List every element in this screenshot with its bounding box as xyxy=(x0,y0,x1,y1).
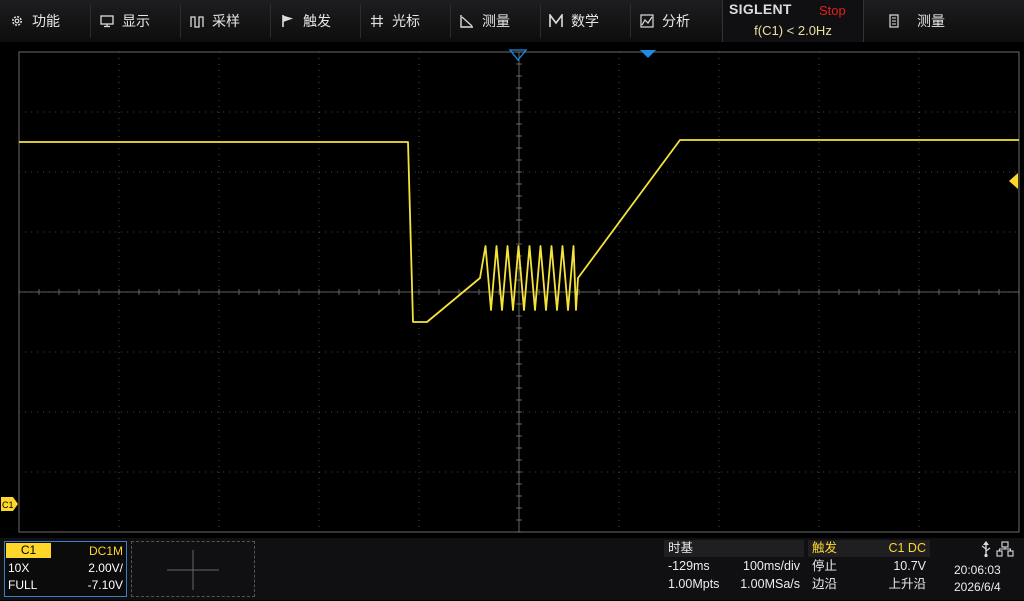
document-icon xyxy=(887,14,901,28)
menu-divider xyxy=(360,4,361,38)
horizontal-delay-marker[interactable] xyxy=(640,50,656,58)
trigger-type: 边沿 xyxy=(812,577,838,591)
menu-measure-panel[interactable]: 测量 xyxy=(887,0,945,42)
graticule xyxy=(18,51,1020,533)
add-channel-icon xyxy=(167,550,219,590)
menu-acquire-label: 采样 xyxy=(212,14,240,30)
menu-acquire[interactable]: 采样 xyxy=(190,0,240,42)
menu-math-label: 数学 xyxy=(571,14,599,30)
monitor-icon xyxy=(100,14,114,28)
menu-cursors[interactable]: 光标 xyxy=(370,0,420,42)
clock-time: 20:06:03 xyxy=(954,563,1001,577)
timebase-scale: 100ms/div xyxy=(743,559,800,573)
menu-measure[interactable]: 测量 xyxy=(460,0,510,42)
clock-date: 2026/6/4 xyxy=(954,580,1001,594)
system-clock: 20:06:03 2026/6/4 xyxy=(940,540,1024,596)
menu-utility-label: 功能 xyxy=(32,14,60,30)
acquire-icon xyxy=(190,14,204,28)
ch1-probe: 10X xyxy=(8,561,30,575)
run-state-indicator: Stop xyxy=(819,3,846,18)
menu-divider xyxy=(270,4,271,38)
usb-icon xyxy=(981,541,991,558)
gear-icon xyxy=(10,14,24,28)
menu-divider xyxy=(450,4,451,38)
ch1-settings-box[interactable]: C1 DC1M 10X 2.00V/ FULL -7.10V xyxy=(4,541,127,597)
ch1-coupling: DC1M xyxy=(88,544,123,558)
menu-trigger[interactable]: 触发 xyxy=(281,0,331,42)
menu-divider xyxy=(90,4,91,38)
trigger-title: 触发 xyxy=(812,541,838,555)
menu-display-label: 显示 xyxy=(122,14,150,30)
ch1-offset-marker[interactable]: C1 xyxy=(1,497,18,511)
menu-divider xyxy=(540,4,541,38)
measure-icon xyxy=(460,14,474,28)
trigger-box[interactable]: 触发 C1 DC 停止 10.7V 边沿 上升沿 xyxy=(808,540,930,596)
menu-cursors-label: 光标 xyxy=(392,14,420,30)
menu-math[interactable]: 数学 xyxy=(549,0,599,42)
timebase-delay: -129ms xyxy=(668,559,710,573)
timebase-sample-rate: 1.00MSa/s xyxy=(740,577,800,591)
menu-measure-label: 测量 xyxy=(482,14,510,30)
network-icon xyxy=(996,541,1014,557)
math-icon xyxy=(549,14,563,28)
ch1-scale: 2.00V/ xyxy=(88,561,123,575)
bottom-status-bar: C1 DC1M 10X 2.00V/ FULL -7.10V 时基 -129ms… xyxy=(0,538,1024,600)
menu-utility[interactable]: 功能 xyxy=(10,0,60,42)
menu-analysis-label: 分析 xyxy=(662,14,690,30)
add-channel-box[interactable] xyxy=(131,541,255,597)
trigger-level-marker[interactable] xyxy=(1009,173,1018,189)
brand-logo: SIGLENT xyxy=(729,1,792,17)
run-status-panel[interactable]: SIGLENT Stop f(C1) < 2.0Hz xyxy=(722,0,864,42)
timebase-box[interactable]: 时基 -129ms 100ms/div 1.00Mpts 1.00MSa/s xyxy=(664,540,804,596)
timebase-memory: 1.00Mpts xyxy=(668,577,720,591)
trigger-state: 停止 xyxy=(812,559,838,573)
menu-divider xyxy=(630,4,631,38)
timebase-title: 时基 xyxy=(668,541,694,555)
trigger-slope: 上升沿 xyxy=(888,577,926,591)
waveform-display[interactable]: C1 xyxy=(0,42,1024,538)
trigger-level: 10.7V xyxy=(893,559,926,573)
ch1-offset: -7.10V xyxy=(87,578,123,592)
ch1-bandwidth: FULL xyxy=(8,578,38,592)
menu-analysis[interactable]: 分析 xyxy=(640,0,690,42)
flag-icon xyxy=(281,14,295,28)
analyze-icon xyxy=(640,14,654,28)
menu-trigger-label: 触发 xyxy=(303,14,331,30)
menu-measure-panel-label: 测量 xyxy=(917,14,945,30)
trigger-source: C1 DC xyxy=(888,541,926,555)
menu-display[interactable]: 显示 xyxy=(100,0,150,42)
top-menu-bar: 功能 显示 采样 触发 光标 测量 数学 分析 SIGLENT Stop f(C… xyxy=(0,0,1024,42)
menu-divider xyxy=(180,4,181,38)
ch1-offset-marker-label: C1 xyxy=(2,500,14,510)
frequency-readout: f(C1) < 2.0Hz xyxy=(754,23,832,38)
cursor-cross-icon xyxy=(370,14,384,28)
